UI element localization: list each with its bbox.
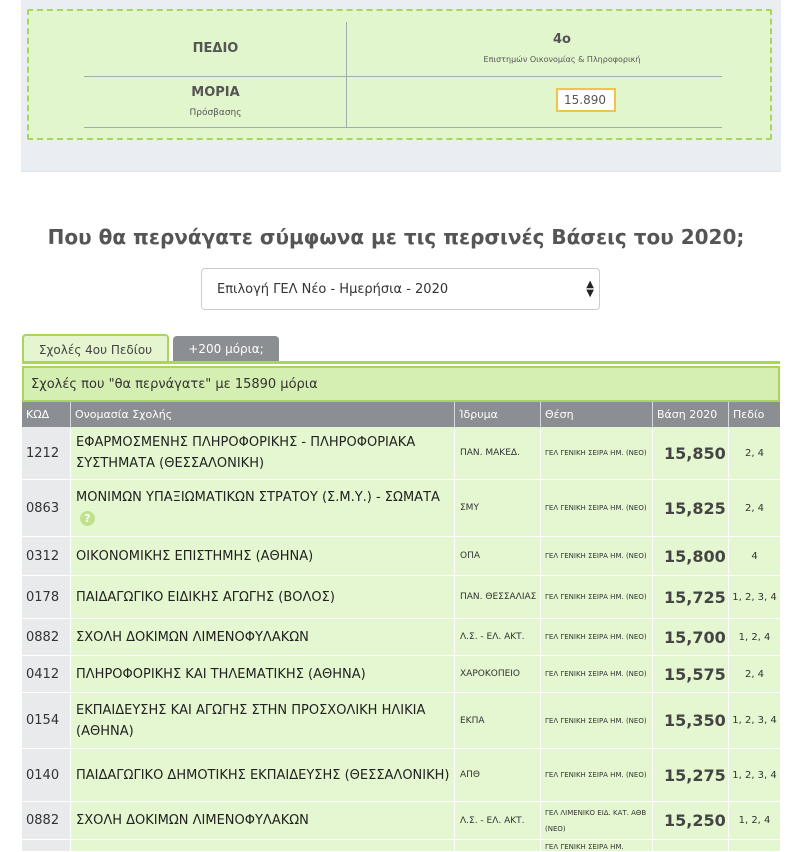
cell-institution: ΟΠΑ — [455, 537, 541, 575]
page-heading: Που θα περνάγατε σύμφωνα με τις περσινές… — [47, 225, 745, 249]
table-row[interactable]: 1212 ΕΦΑΡΜΟΣΜΕΝΗΣ ΠΛΗΡΟΦΟΡΙΚΗΣ - ΠΛΗΡΟΦΟ… — [22, 427, 780, 480]
cell-base: 15,250 — [653, 802, 729, 839]
cell-code: 0863 — [22, 480, 71, 536]
table-header: ΚΩΔ Ονομασία Σχολής Ίδρυμα Θέση Βάση 202… — [22, 402, 780, 427]
table-caption-text: Σχολές που "θα περνάγατε" με 15890 μόρια — [31, 377, 318, 392]
cell-name: ΕΚΠΑΙΔΕΥΣΗΣ ΚΑΙ ΑΓΩΓΗΣ ΣΤΗΝ ΠΡΟΣΧΟΛΙΚΗ Η… — [71, 693, 455, 748]
cell-field: 2, 4 — [729, 656, 780, 692]
cell-position: ΓΕΛ ΓΕΝΙΚΗ ΣΕΙΡΑ ΗΜ. (ΝΕΟ) — [541, 427, 653, 479]
cell-position: ΓΕΛ ΓΕΝΙΚΗ ΣΕΙΡΑ ΗΜ. (ΝΕΟ) — [541, 749, 653, 801]
table-row[interactable]: 0882 ΣΧΟΛΗ ΔΟΚΙΜΩΝ ΛΙΜΕΝΟΦΥΛΑΚΩΝ Λ.Σ. - … — [22, 619, 780, 656]
tab-plus-200[interactable]: +200 μόρια; — [173, 336, 279, 362]
cell-code: 0140 — [22, 749, 71, 801]
cell-position: ΓΕΛ ΓΕΝΙΚΗ ΣΕΙΡΑ ΗΜ. — [541, 840, 653, 851]
cell-name-text-value: ΜΟΝΙΜΩΝ ΥΠΑΞΙΩΜΑΤΙΚΩΝ ΣΤΡΑΤΟΥ (Σ.Μ.Υ.) -… — [76, 490, 440, 505]
cell-base: 15,825 — [653, 480, 729, 536]
cell-field: 1, 2, 3, 4 — [729, 576, 780, 618]
cell-institution: ΠΑΝ. ΘΕΣΣΑΛΙΑΣ — [455, 576, 541, 618]
cell-base: 15,800 — [653, 537, 729, 575]
cell-position: ΓΕΛ ΓΕΝΙΚΗ ΣΕΙΡΑ ΗΜ. (ΝΕΟ) — [541, 537, 653, 575]
cell-code: 0154 — [22, 693, 71, 748]
table-row[interactable]: 0412 ΠΛΗΡΟΦΟΡΙΚΗΣ ΚΑΙ ΤΗΛΕΜΑΤΙΚΗΣ (ΑΘΗΝΑ… — [22, 656, 780, 693]
cell-code: 0882 — [22, 802, 71, 839]
cell-code: 1212 — [22, 427, 71, 479]
cell-field: 2, 4 — [729, 427, 780, 479]
cell-code: 0312 — [22, 537, 71, 575]
cell-field: 1, 2, 3, 4 — [729, 749, 780, 801]
table-row[interactable]: ΓΕΛ ΓΕΝΙΚΗ ΣΕΙΡΑ ΗΜ. — [22, 840, 780, 852]
cell-name: ΠΑΙΔΑΓΩΓΙΚΟ ΔΗΜΟΤΙΚΗΣ ΕΚΠΑΙΔΕΥΣΗΣ (ΘΕΣΣΑ… — [71, 749, 455, 801]
header-field[interactable]: Πεδίο — [729, 402, 780, 427]
header-base[interactable]: Βάση 2020 — [653, 402, 729, 427]
tab-field-schools[interactable]: Σχολές 4ου Πεδίου — [22, 334, 169, 362]
cell-name — [71, 840, 455, 851]
cell-field: 4 — [729, 537, 780, 575]
cell-institution: ΣΜΥ — [455, 480, 541, 536]
table-row[interactable]: 0154 ΕΚΠΑΙΔΕΥΣΗΣ ΚΑΙ ΑΓΩΓΗΣ ΣΤΗΝ ΠΡΟΣΧΟΛ… — [22, 693, 780, 749]
cell-name: ΜΟΝΙΜΩΝ ΥΠΑΞΙΩΜΑΤΙΚΩΝ ΣΤΡΑΤΟΥ (Σ.Μ.Υ.) -… — [71, 480, 455, 536]
table-row[interactable]: 0178 ΠΑΙΔΑΓΩΓΙΚΟ ΕΙΔΙΚΗΣ ΑΓΩΓΗΣ (ΒΟΛΟΣ) … — [22, 576, 780, 619]
cell-field: 2, 4 — [729, 480, 780, 536]
summary-row-moria: ΜΟΡΙΑ Πρόσβασης — [84, 77, 722, 128]
cell-position: ΓΕΛ ΓΕΝΙΚΗ ΣΕΙΡΑ ΗΜ. (ΝΕΟ) — [541, 480, 653, 536]
cell-position: ΓΕΛ ΓΕΝΙΚΗ ΣΕΙΡΑ ΗΜ. (ΝΕΟ) — [541, 576, 653, 618]
summary-box: ΠΕΔΙΟ 4ο Επιστημών Οικονομίας & Πληροφορ… — [27, 9, 772, 140]
cell-field: 1, 2, 3, 4 — [729, 693, 780, 748]
cell-institution: Λ.Σ. - ΕΛ. ΑΚΤ. — [455, 802, 541, 839]
cell-institution — [455, 840, 541, 851]
cell-name-text: ΜΟΝΙΜΩΝ ΥΠΑΞΙΩΜΑΤΙΚΩΝ ΣΤΡΑΤΟΥ (Σ.Μ.Υ.) -… — [76, 487, 454, 529]
field-description: Επιστημών Οικονομίας & Πληροφορική — [483, 55, 641, 64]
cell-code: 0412 — [22, 656, 71, 692]
cell-base: 15,275 — [653, 749, 729, 801]
cell-name: ΣΧΟΛΗ ΔΟΚΙΜΩΝ ΛΙΜΕΝΟΦΥΛΑΚΩΝ — [71, 619, 455, 655]
tab-underline — [22, 361, 780, 364]
cell-name: ΕΦΑΡΜΟΣΜΕΝΗΣ ΠΛΗΡΟΦΟΡΙΚΗΣ - ΠΛΗΡΟΦΟΡΙΑΚΑ… — [71, 427, 455, 479]
cell-institution: Λ.Σ. - ΕΛ. ΑΚΤ. — [455, 619, 541, 655]
field-value: 4ο — [553, 32, 571, 47]
table-caption: Σχολές που "θα περνάγατε" με 15890 μόρια — [22, 366, 780, 402]
summary-row-field: ΠΕΔΙΟ 4ο Επιστημών Οικονομίας & Πληροφορ… — [84, 22, 722, 77]
header-name[interactable]: Ονομασία Σχολής — [71, 402, 455, 427]
cell-base: 15,350 — [653, 693, 729, 748]
help-icon[interactable]: ? — [80, 511, 95, 526]
select-arrows-icon: ▲ ▼ — [586, 279, 594, 299]
header-institution[interactable]: Ίδρυμα — [455, 402, 541, 427]
cell-field: 1, 2, 4 — [729, 802, 780, 839]
cell-institution: ΠΑΝ. ΜΑΚΕΔ. — [455, 427, 541, 479]
table-row[interactable]: 0863 ΜΟΝΙΜΩΝ ΥΠΑΞΙΩΜΑΤΙΚΩΝ ΣΤΡΑΤΟΥ (Σ.Μ.… — [22, 480, 780, 537]
header-position[interactable]: Θέση — [541, 402, 653, 427]
cell-institution: ΑΠΘ — [455, 749, 541, 801]
cell-field — [729, 840, 780, 851]
year-select[interactable]: Επιλογή ΓΕΛ Νέο - Ημερήσια - 2020 ▲ ▼ — [201, 268, 600, 310]
moria-sublabel: Πρόσβασης — [189, 108, 242, 118]
cell-field: 1, 2, 4 — [729, 619, 780, 655]
cell-base: 15,850 — [653, 427, 729, 479]
cell-name: ΣΧΟΛΗ ΔΟΚΙΜΩΝ ΛΙΜΕΝΟΦΥΛΑΚΩΝ — [71, 802, 455, 839]
cell-code — [22, 840, 71, 851]
cell-position: ΓΕΛ ΓΕΝΙΚΗ ΣΕΙΡΑ ΗΜ. (ΝΕΟ) — [541, 693, 653, 748]
table-row[interactable]: 0882 ΣΧΟΛΗ ΔΟΚΙΜΩΝ ΛΙΜΕΝΟΦΥΛΑΚΩΝ Λ.Σ. - … — [22, 802, 780, 840]
cell-institution: ΕΚΠΑ — [455, 693, 541, 748]
summary-panel: ΠΕΔΙΟ 4ο Επιστημών Οικονομίας & Πληροφορ… — [21, 0, 781, 172]
cell-base: 15,700 — [653, 619, 729, 655]
cell-name: ΠΛΗΡΟΦΟΡΙΚΗΣ ΚΑΙ ΤΗΛΕΜΑΤΙΚΗΣ (ΑΘΗΝΑ) — [71, 656, 455, 692]
cell-code: 0178 — [22, 576, 71, 618]
year-select-value: Επιλογή ΓΕΛ Νέο - Ημερήσια - 2020 — [217, 282, 449, 297]
cell-position: ΓΕΛ ΓΕΝΙΚΗ ΣΕΙΡΑ ΗΜ. (ΝΕΟ) — [541, 656, 653, 692]
field-label: ΠΕΔΙΟ — [192, 41, 239, 56]
cell-name: ΟΙΚΟΝΟΜΙΚΗΣ ΕΠΙΣΤΗΜΗΣ (ΑΘΗΝΑ) — [71, 537, 455, 575]
moria-label: ΜΟΡΙΑ — [191, 85, 240, 100]
cell-position: ΓΕΛ ΛΙΜΕΝΙΚΟ ΕΙΔ. ΚΑΤ. ΑΘΒ (ΝΕΟ) — [541, 802, 653, 839]
cell-base: 15,575 — [653, 656, 729, 692]
table-row[interactable]: 0140 ΠΑΙΔΑΓΩΓΙΚΟ ΔΗΜΟΤΙΚΗΣ ΕΚΠΑΙΔΕΥΣΗΣ (… — [22, 749, 780, 802]
cell-base — [653, 840, 729, 851]
cell-position: ΓΕΛ ΓΕΝΙΚΗ ΣΕΙΡΑ ΗΜ. (ΝΕΟ) — [541, 619, 653, 655]
cell-name: ΠΑΙΔΑΓΩΓΙΚΟ ΕΙΔΙΚΗΣ ΑΓΩΓΗΣ (ΒΟΛΟΣ) — [71, 576, 455, 618]
cell-code: 0882 — [22, 619, 71, 655]
cell-base: 15,725 — [653, 576, 729, 618]
moria-input[interactable] — [556, 88, 616, 112]
table-row[interactable]: 0312 ΟΙΚΟΝΟΜΙΚΗΣ ΕΠΙΣΤΗΜΗΣ (ΑΘΗΝΑ) ΟΠΑ Γ… — [22, 537, 780, 576]
cell-institution: ΧΑΡΟΚΟΠΕΙΟ — [455, 656, 541, 692]
header-code[interactable]: ΚΩΔ — [22, 402, 71, 427]
